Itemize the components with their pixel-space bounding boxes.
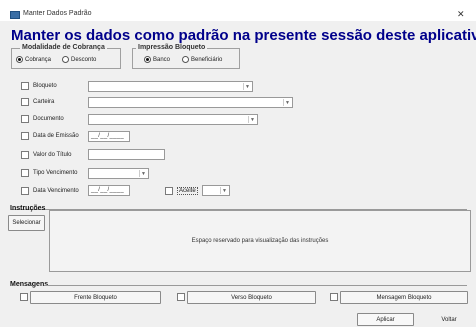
chevron-down-icon: ▼ — [283, 99, 291, 106]
checkbox-icon — [21, 151, 29, 159]
checkbox-icon — [21, 169, 29, 177]
bloqueto-label: Bloqueto — [33, 83, 57, 89]
bloqueto-checkbox[interactable]: Bloqueto — [21, 82, 57, 90]
checkbox-icon — [165, 187, 173, 195]
data-emissao-input[interactable]: __/__/____ — [88, 131, 130, 142]
title-bar: Manter Dados Padrão ✕ — [0, 0, 476, 21]
radio-banco[interactable]: Banco — [144, 56, 170, 63]
checkbox-icon — [20, 293, 28, 301]
radio-icon — [144, 56, 151, 63]
selecionar-button[interactable]: Selecionar — [8, 215, 45, 231]
verso-checkbox[interactable] — [177, 293, 185, 301]
chevron-down-icon: ▼ — [248, 116, 256, 123]
checkbox-icon — [330, 293, 338, 301]
mensagem-bloqueto-button[interactable]: Mensagem Bloqueto — [340, 291, 468, 304]
checkbox-icon — [21, 115, 29, 123]
documento-label: Documento — [33, 116, 64, 122]
data-emissao-label: Data de Emissão — [33, 133, 79, 139]
radio-label: Beneficiário — [191, 56, 223, 63]
radio-icon — [62, 56, 69, 63]
close-icon[interactable]: ✕ — [457, 9, 465, 20]
valor-titulo-checkbox[interactable]: Valor do Título — [21, 151, 71, 159]
checkbox-icon — [21, 98, 29, 106]
radio-label: Desconto — [71, 56, 97, 63]
aceite-checkbox[interactable]: Aceite — [165, 187, 198, 195]
chevron-down-icon: ▼ — [139, 170, 147, 177]
modalidade-group: Modalidade de Cobrança Cobrança Desconto — [11, 44, 121, 69]
radio-label: Cobrança — [25, 56, 52, 63]
mensagens-section-label: Mensagens — [10, 281, 49, 288]
instrucoes-panel: Espaço reservado para visualização das i… — [49, 210, 471, 272]
carteira-select[interactable]: ▼ — [88, 97, 293, 108]
dialog-window: Manter Dados Padrão ✕ Manter os dados co… — [0, 0, 476, 327]
instrucoes-placeholder: Espaço reservado para visualização das i… — [191, 238, 329, 244]
radio-label: Banco — [153, 56, 171, 63]
frente-checkbox[interactable] — [20, 293, 28, 301]
checkbox-icon — [21, 132, 29, 140]
page-title: Manter os dados como padrão na presente … — [11, 27, 476, 44]
date-mask: __/__/____ — [91, 187, 125, 193]
radio-icon — [16, 56, 23, 63]
mensagens-divider — [44, 285, 467, 286]
carteira-checkbox[interactable]: Carteira — [21, 98, 54, 106]
voltar-button[interactable]: Voltar — [427, 313, 471, 326]
radio-desconto[interactable]: Desconto — [62, 56, 96, 63]
instrucoes-section-label: Instruções — [10, 205, 46, 212]
checkbox-icon — [21, 82, 29, 90]
documento-select[interactable]: ▼ — [88, 114, 258, 125]
tipo-vencimento-checkbox[interactable]: Tipo Vencimento — [21, 169, 77, 177]
data-emissao-checkbox[interactable]: Data de Emissão — [21, 132, 79, 140]
data-vencimento-checkbox[interactable]: Data Vencimento — [21, 187, 79, 195]
mensagem-checkbox[interactable] — [330, 293, 338, 301]
carteira-label: Carteira — [33, 99, 55, 105]
impressao-group: Impressão Bloqueto Banco Beneficiário — [132, 44, 240, 69]
chevron-down-icon: ▼ — [220, 187, 228, 194]
valor-titulo-input[interactable] — [88, 149, 165, 160]
tipo-vencimento-label: Tipo Vencimento — [33, 170, 78, 176]
date-mask: __/__/____ — [91, 133, 125, 139]
aplicar-button[interactable]: Aplicar — [357, 313, 414, 326]
chevron-down-icon: ▼ — [243, 83, 251, 90]
frente-bloqueto-button[interactable]: Frente Bloqueto — [30, 291, 161, 304]
tipo-vencimento-select[interactable]: ▼ — [88, 168, 149, 179]
radio-icon — [182, 56, 189, 63]
checkbox-icon — [21, 187, 29, 195]
bloqueto-select[interactable]: ▼ — [88, 81, 253, 92]
modalidade-label: Modalidade de Cobrança — [20, 44, 107, 51]
verso-bloqueto-button[interactable]: Verso Bloqueto — [187, 291, 316, 304]
impressao-label: Impressão Bloqueto — [136, 44, 208, 51]
valor-titulo-label: Valor do Título — [33, 152, 72, 158]
app-icon — [10, 11, 20, 19]
data-vencimento-input[interactable]: __/__/____ — [88, 185, 130, 196]
window-title: Manter Dados Padrão — [23, 10, 92, 17]
data-vencimento-label: Data Vencimento — [33, 188, 79, 194]
aceite-label: Aceite — [177, 187, 198, 195]
radio-beneficiario[interactable]: Beneficiário — [182, 56, 222, 63]
aceite-select[interactable]: ▼ — [202, 185, 230, 196]
documento-checkbox[interactable]: Documento — [21, 115, 64, 123]
checkbox-icon — [177, 293, 185, 301]
radio-cobranca[interactable]: Cobrança — [16, 56, 51, 63]
